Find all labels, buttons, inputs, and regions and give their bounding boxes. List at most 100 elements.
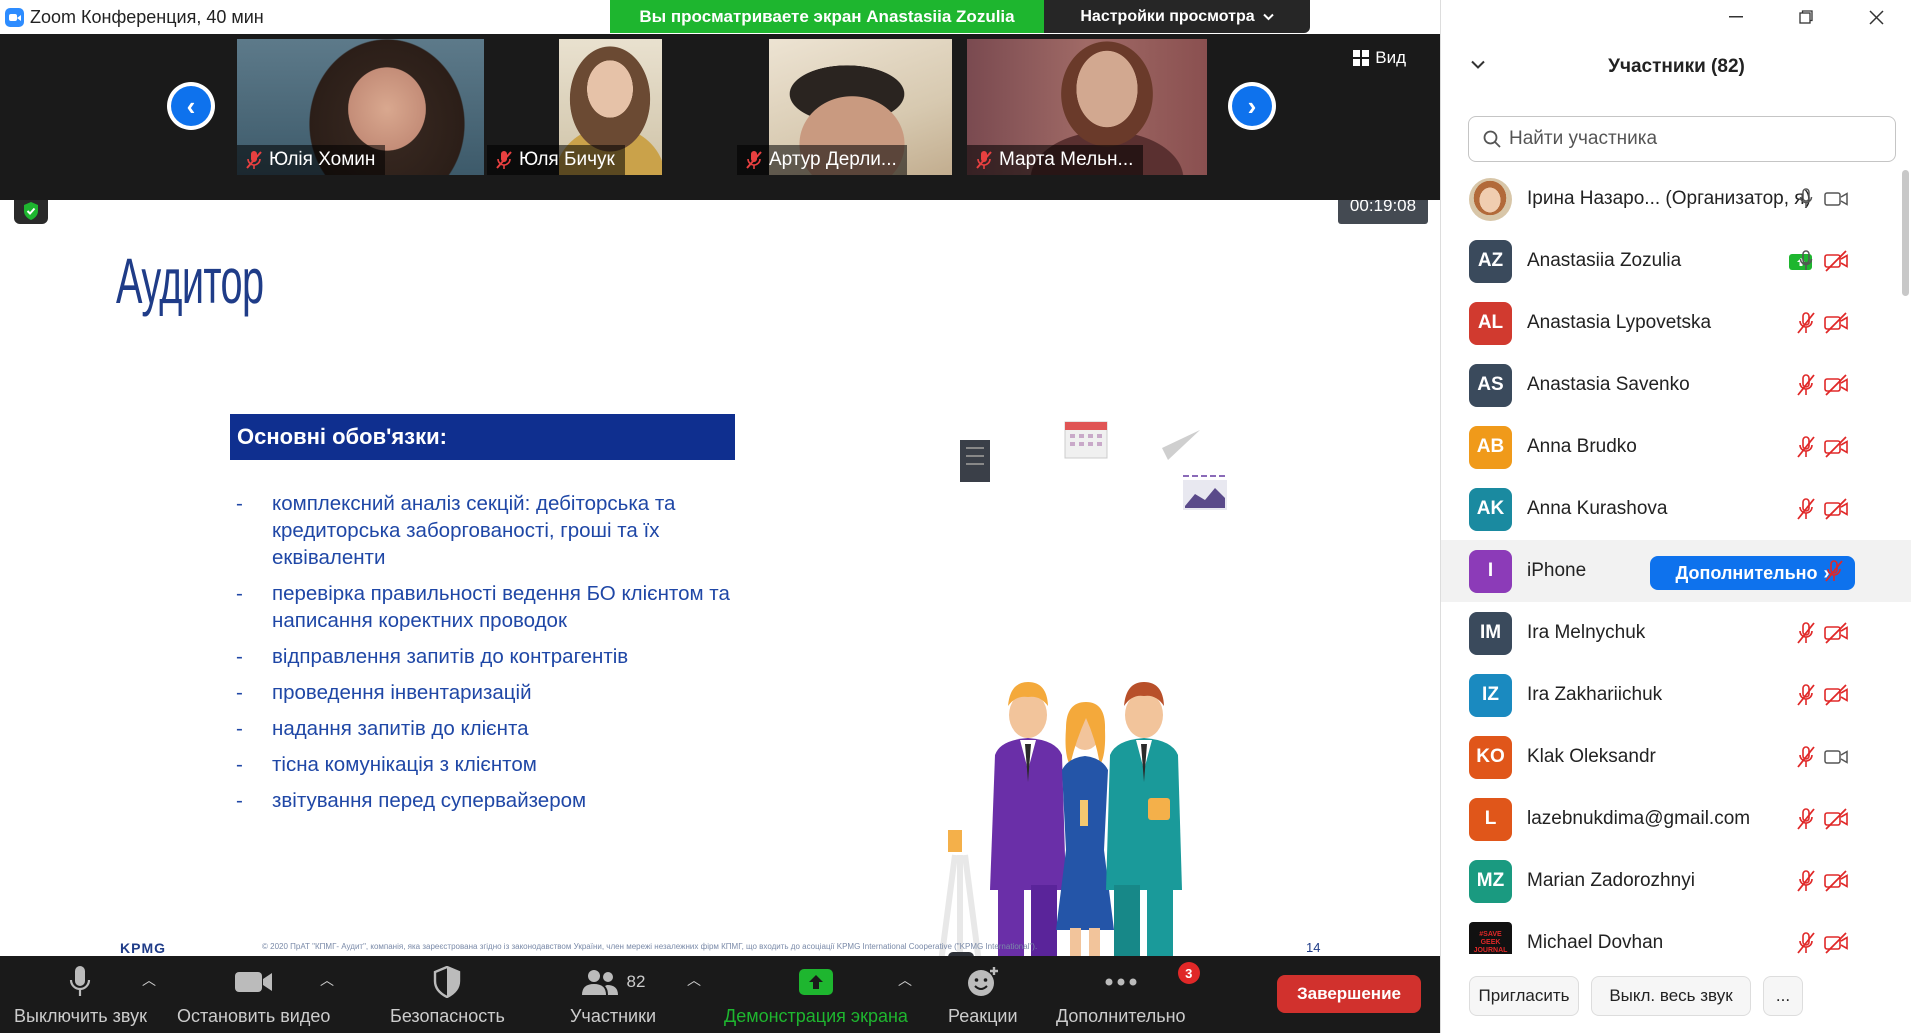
participants-button[interactable]: 82 Участники — [570, 964, 656, 1027]
shield-icon — [434, 966, 461, 998]
participants-count: 82 — [626, 972, 646, 991]
avatar: L — [1469, 797, 1512, 841]
view-options-button[interactable]: Настройки просмотра — [1044, 0, 1310, 33]
participant-row[interactable]: Ірина Назаро... (Организатор, я) — [1441, 168, 1911, 230]
participant-mic-status[interactable] — [1793, 497, 1819, 521]
mute-all-button[interactable]: Выкл. весь звук — [1591, 976, 1751, 1016]
participant-name: Anastasia Lypovetska — [1527, 312, 1712, 333]
mic-muted-icon — [1797, 312, 1815, 334]
participant-mic-status[interactable] — [1793, 807, 1819, 831]
participant-mic-status[interactable] — [1793, 311, 1819, 335]
participant-mic-status[interactable] — [1793, 249, 1819, 273]
mic-muted-icon — [1797, 374, 1815, 396]
video-tile[interactable]: Артур Дерли... — [737, 39, 984, 175]
stop-video-button[interactable]: Остановить видео — [177, 964, 330, 1027]
video-tile-label: Юля Бичук — [487, 145, 625, 175]
more-label: Дополнительно — [1056, 1006, 1186, 1026]
next-page-button[interactable]: › — [1228, 82, 1276, 130]
security-button[interactable]: Безопасность — [390, 964, 505, 1027]
participant-row[interactable]: AK Anna Kurashova — [1441, 478, 1911, 540]
participant-mic-status[interactable] — [1793, 931, 1819, 954]
prev-page-button[interactable]: ‹ — [167, 82, 215, 130]
participant-video-status[interactable] — [1823, 683, 1849, 707]
participant-name: Anastasia Savenko — [1527, 374, 1690, 395]
participant-mic-status[interactable] — [1793, 621, 1819, 645]
mic-off-icon — [746, 151, 762, 169]
recording-timer: 00:19:08 — [1338, 200, 1428, 224]
video-options-caret[interactable]: ︿ — [320, 970, 334, 990]
participant-row[interactable]: IZ Ira Zakhariichuk — [1441, 664, 1911, 726]
panel-more-button[interactable]: ... — [1763, 976, 1803, 1016]
view-button[interactable]: Вид — [1353, 48, 1406, 68]
video-off-icon — [1824, 808, 1848, 830]
microphone-icon — [1799, 188, 1813, 208]
participant-video-status[interactable] — [1823, 621, 1849, 645]
participant-video-status[interactable] — [1823, 807, 1849, 831]
participants-options-caret[interactable]: ︿ — [687, 970, 701, 990]
participants-scrollbar[interactable] — [1902, 170, 1909, 296]
slide-footer: © 2020 ПрАТ "КПМГ- Аудит", компанія, яка… — [262, 942, 1038, 951]
reactions-button[interactable]: Реакции — [948, 964, 1018, 1027]
video-off-icon — [1824, 312, 1848, 334]
participant-video-status[interactable] — [1823, 249, 1849, 273]
close-window-button[interactable] — [1841, 0, 1911, 34]
audio-options-caret[interactable]: ︿ — [142, 970, 156, 990]
invite-button[interactable]: Пригласить — [1469, 976, 1579, 1016]
participant-video-status[interactable] — [1823, 187, 1849, 211]
search-input[interactable] — [1509, 128, 1869, 150]
participant-row[interactable]: MZ Marian Zadorozhnyi — [1441, 850, 1911, 912]
participant-row[interactable]: KO Klak Oleksandr — [1441, 726, 1911, 788]
zoom-logo-icon — [5, 8, 24, 27]
participant-mic-status[interactable] — [1821, 559, 1847, 583]
participant-row[interactable]: Llazebnukdima@gmail.com — [1441, 788, 1911, 850]
participant-row[interactable]: IiPhone Дополнительно › — [1441, 540, 1911, 602]
video-tile[interactable]: Марта Мельн... — [967, 39, 1207, 175]
end-meeting-button[interactable]: Завершение — [1277, 975, 1421, 1013]
video-off-icon — [1824, 498, 1848, 520]
participant-mic-status[interactable] — [1793, 373, 1819, 397]
more-button[interactable]: 3 Дополнительно — [1056, 962, 1200, 1027]
participant-row[interactable]: IM Ira Melnychuk — [1441, 602, 1911, 664]
participants-panel: Участники (82) Ірина Назаро... (Организа… — [1440, 0, 1911, 1033]
participants-icon — [581, 970, 618, 995]
participant-mic-status[interactable] — [1793, 435, 1819, 459]
geek-logo-icon: #SAVE GEEK JOURNAL — [1473, 931, 1508, 954]
participant-video-status[interactable] — [1823, 931, 1849, 954]
participant-mic-status[interactable] — [1793, 869, 1819, 893]
participant-row[interactable]: #SAVE GEEK JOURNAL Michael Dovhan — [1441, 912, 1911, 954]
participant-row[interactable]: AL Anastasia Lypovetska — [1441, 292, 1911, 354]
share-options-caret[interactable]: ︿ — [898, 970, 912, 990]
participant-more-label: Дополнительно — [1675, 562, 1818, 583]
participant-name: Marian Zadorozhnyi — [1527, 870, 1695, 891]
video-tile[interactable]: Юлія Хомин — [237, 39, 484, 175]
participant-video-status[interactable] — [1823, 745, 1849, 769]
participant-name: Ira Melnychuk — [1527, 622, 1646, 643]
participant-mic-status[interactable] — [1793, 683, 1819, 707]
restore-button[interactable] — [1771, 0, 1841, 34]
participant-video-status[interactable] — [1823, 373, 1849, 397]
video-off-icon — [1824, 250, 1848, 272]
minimize-button[interactable] — [1701, 0, 1771, 34]
avatar: MZ — [1469, 859, 1512, 903]
window-controls — [1701, 0, 1911, 34]
participant-video-status[interactable] — [1823, 435, 1849, 459]
video-tile[interactable]: Юля Бичук — [487, 39, 734, 175]
avatar: AZ — [1469, 239, 1512, 283]
mute-button[interactable]: Выключить звук — [14, 964, 147, 1027]
microphone-icon — [70, 966, 91, 996]
mic-muted-icon — [1797, 684, 1815, 706]
participant-row[interactable]: AB Anna Brudko — [1441, 416, 1911, 478]
mic-muted-icon — [1797, 498, 1815, 520]
encryption-badge[interactable] — [14, 200, 48, 224]
participant-row[interactable]: AS Anastasia Savenko — [1441, 354, 1911, 416]
participant-video-status[interactable] — [1823, 869, 1849, 893]
participant-mic-status[interactable] — [1793, 187, 1819, 211]
mic-muted-icon — [1797, 436, 1815, 458]
participant-video-status[interactable] — [1823, 497, 1849, 521]
participant-mic-status[interactable] — [1793, 745, 1819, 769]
meeting-area: Zoom Конференция, 40 мин Вы просматривае… — [0, 0, 1440, 1033]
list-item: комплексний аналіз секцій: дебіторська т… — [236, 490, 756, 571]
participant-row[interactable]: AZ Anastasiia Zozulia — [1441, 230, 1911, 292]
share-screen-button[interactable]: Демонстрация экрана — [724, 964, 908, 1027]
participant-video-status[interactable] — [1823, 311, 1849, 335]
